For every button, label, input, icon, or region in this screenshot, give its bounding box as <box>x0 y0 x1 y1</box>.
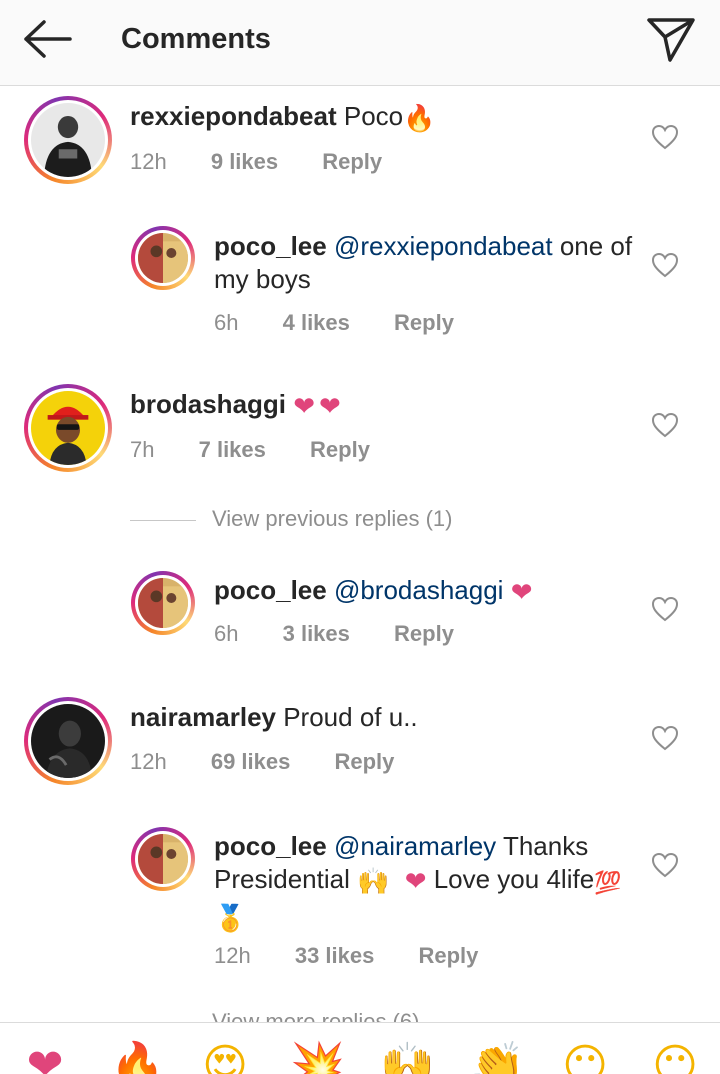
comment-meta: 12h 33 likes Reply <box>214 942 478 970</box>
heart-icon[interactable] <box>651 124 679 150</box>
mention-link[interactable]: @rexxiepondabeat <box>334 231 553 261</box>
reply-button[interactable]: Reply <box>310 436 370 464</box>
comment-text: poco_lee @nairamarley Thanks Presidentia… <box>214 830 634 936</box>
likes-count[interactable]: 3 likes <box>283 620 350 648</box>
divider <box>130 519 196 521</box>
view-previous-replies[interactable]: View previous replies (1) <box>130 505 452 533</box>
face-emoji-button[interactable]: 😶 <box>560 1041 610 1074</box>
timestamp: 7h <box>130 437 155 462</box>
heart-emoji-button[interactable]: ❤ <box>20 1041 70 1074</box>
username[interactable]: nairamarley <box>130 702 276 732</box>
likes-count[interactable]: 4 likes <box>283 309 350 337</box>
reply-button[interactable]: Reply <box>418 942 478 970</box>
comment-body: Poco <box>343 101 404 131</box>
likes-count[interactable]: 7 likes <box>199 436 266 464</box>
comment-meta: 12h 69 likes Reply <box>130 748 394 776</box>
avatar[interactable] <box>24 96 112 184</box>
username[interactable]: poco_lee <box>214 231 327 261</box>
comment-meta: 7h 7 likes Reply <box>130 436 370 464</box>
hundred-points-emoji: 💯 <box>594 871 622 896</box>
heart-icon[interactable] <box>651 725 679 751</box>
clapping-hands-emoji-button[interactable]: 👏 <box>470 1041 525 1074</box>
timestamp: 12h <box>130 749 167 774</box>
raised-hands-emoji-button[interactable]: 🙌 <box>380 1041 435 1074</box>
reply-item: poco_lee @rexxiepondabeat one of my boys… <box>0 226 720 346</box>
comment-body: Proud of u.. <box>283 702 418 732</box>
comment-text: poco_lee @brodashaggi ❤ <box>214 574 634 610</box>
timestamp: 12h <box>214 943 251 968</box>
comment-item: nairamarley Proud of u.. 12h 69 likes Re… <box>0 697 720 817</box>
view-previous-replies-label: View previous replies (1) <box>212 506 453 531</box>
fire-emoji-button[interactable]: 🔥 <box>110 1041 165 1074</box>
mention-link[interactable]: @nairamarley <box>334 831 496 861</box>
heart-icon[interactable] <box>651 252 679 278</box>
heart-emoji: ❤ <box>510 578 533 608</box>
comment-item: brodashaggi ❤❤ 7h 7 likes Reply <box>0 384 720 504</box>
heart-icon[interactable] <box>651 596 679 622</box>
username[interactable]: poco_lee <box>214 831 327 861</box>
mention-link[interactable]: @brodashaggi <box>334 575 504 605</box>
face-emoji-button-2[interactable]: 😶 <box>650 1041 700 1074</box>
reply-button[interactable]: Reply <box>334 748 394 776</box>
timestamp: 12h <box>130 149 167 174</box>
avatar[interactable] <box>24 697 112 785</box>
heart-eyes-emoji-button[interactable]: 😍 <box>200 1041 250 1074</box>
comment-text: nairamarley Proud of u.. <box>130 701 630 734</box>
raised-hands-emoji: 🙌 <box>357 867 390 897</box>
timestamp: 6h <box>214 310 239 335</box>
timestamp: 6h <box>214 621 239 646</box>
avatar[interactable] <box>131 226 195 290</box>
comment-meta: 12h 9 likes Reply <box>130 148 382 176</box>
medal-emoji: 🥇 <box>214 904 247 934</box>
emoji-reaction-bar: ❤ 🔥 😍 💥 🙌 👏 😶 😶 <box>0 1022 720 1074</box>
reply-button[interactable]: Reply <box>322 148 382 176</box>
comment-text: brodashaggi ❤❤ <box>130 388 630 424</box>
comment-text: rexxiepondabeat Poco🔥 <box>130 100 630 136</box>
collision-emoji-button[interactable]: 💥 <box>290 1041 345 1074</box>
heart-emoji: ❤ <box>404 867 427 897</box>
arrow-left-icon[interactable] <box>20 18 76 60</box>
comment-item: rexxiepondabeat Poco🔥 12h 9 likes Reply <box>0 96 720 216</box>
heart-icon[interactable] <box>651 852 679 878</box>
page-title: Comments <box>121 23 271 55</box>
comment-body-tail: Love you 4life <box>426 864 595 894</box>
comment-text: poco_lee @rexxiepondabeat one of my boys <box>214 230 634 296</box>
top-bar: Comments <box>0 0 720 86</box>
likes-count[interactable]: 33 likes <box>295 942 375 970</box>
hearts-emoji: ❤❤ <box>293 392 345 422</box>
reply-button[interactable]: Reply <box>394 620 454 648</box>
paper-plane-icon[interactable] <box>644 12 698 64</box>
avatar[interactable] <box>24 384 112 472</box>
likes-count[interactable]: 9 likes <box>211 148 278 176</box>
reply-button[interactable]: Reply <box>394 309 454 337</box>
comment-meta: 6h 3 likes Reply <box>214 620 454 648</box>
avatar[interactable] <box>131 571 195 635</box>
likes-count[interactable]: 69 likes <box>211 748 291 776</box>
reply-item: poco_lee @brodashaggi ❤ 6h 3 likes Reply <box>0 571 720 671</box>
fire-emoji: 🔥 <box>403 104 436 134</box>
username[interactable]: rexxiepondabeat <box>130 101 337 131</box>
heart-icon[interactable] <box>651 412 679 438</box>
username[interactable]: poco_lee <box>214 575 327 605</box>
username[interactable]: brodashaggi <box>130 389 286 419</box>
comment-meta: 6h 4 likes Reply <box>214 309 454 337</box>
reply-item: poco_lee @nairamarley Thanks Presidentia… <box>0 827 720 977</box>
avatar[interactable] <box>131 827 195 891</box>
